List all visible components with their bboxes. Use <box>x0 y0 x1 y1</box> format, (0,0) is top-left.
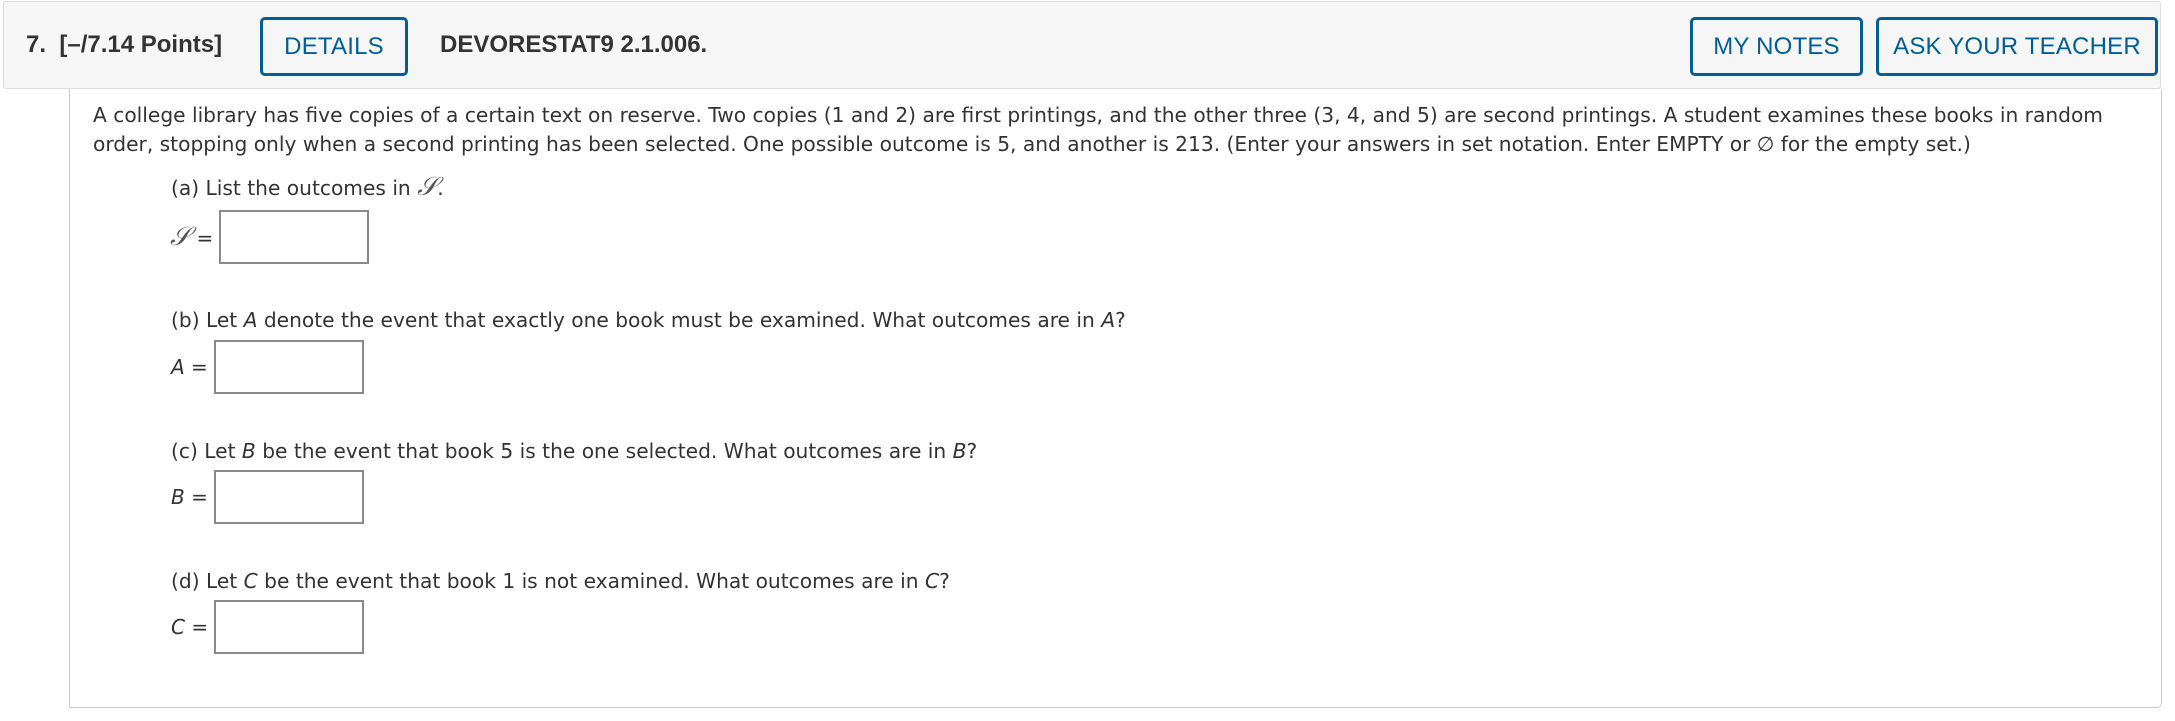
event-c-symbol: C <box>243 569 258 593</box>
part-d-text: be the event that book 1 is not examined… <box>257 569 925 593</box>
part-d-prefix: (d) Let <box>171 569 244 593</box>
part-b-answer-row: A = <box>171 340 364 394</box>
ask-your-teacher-button[interactable]: ASK YOUR TEACHER <box>1876 17 2158 76</box>
part-d-answer-label: C = <box>171 615 208 639</box>
part-c-answer-input[interactable] <box>213 470 364 524</box>
my-notes-button[interactable]: MY NOTES <box>1690 17 1863 76</box>
points-label: [–/7.14 Points] <box>59 31 223 58</box>
part-b-suffix: ? <box>1115 308 1126 332</box>
part-a-answer-label: 𝒮 = <box>170 222 213 253</box>
part-d-suffix: ? <box>939 569 950 593</box>
part-a-question: (a) List the outcomes in 𝒮. <box>171 172 444 203</box>
part-a-suffix: . <box>437 176 444 200</box>
sample-space-symbol: 𝒮 <box>170 221 191 252</box>
equals-sign: = <box>191 615 209 639</box>
part-b-question: (b) Let A denote the event that exactly … <box>171 308 1126 332</box>
part-c-question: (c) Let B be the event that book 5 is th… <box>171 439 977 463</box>
event-b-symbol: B <box>241 439 256 463</box>
event-c-symbol: C <box>171 615 185 639</box>
part-c-suffix: ? <box>966 439 978 463</box>
part-b-prefix: (b) Let <box>171 308 244 332</box>
part-c-answer-label: B = <box>171 485 208 509</box>
part-d-question: (d) Let C be the event that book 1 is no… <box>171 569 950 593</box>
event-c-symbol: C <box>925 569 940 593</box>
event-a-symbol: A <box>171 355 185 379</box>
part-b-answer-label: A = <box>171 355 208 379</box>
part-c-text: be the event that book 5 is the one sele… <box>255 439 953 463</box>
equals-sign: = <box>191 355 208 379</box>
question-code: DEVORESTAT9 2.1.006. <box>440 31 708 58</box>
equals-sign: = <box>196 225 214 250</box>
equals-sign: = <box>191 485 208 509</box>
part-a-answer-row: 𝒮 = <box>170 210 370 264</box>
question-body: A college library has five copies of a c… <box>69 89 2162 708</box>
question-header: 7. [–/7.14 Points] DETAILS DEVORESTAT9 2… <box>3 1 2161 89</box>
part-a-text: (a) List the outcomes in <box>171 176 418 200</box>
event-a-symbol: A <box>1101 308 1116 332</box>
part-c-answer-row: B = <box>171 470 364 524</box>
event-b-symbol: B <box>171 485 185 509</box>
details-button[interactable]: DETAILS <box>260 17 408 76</box>
part-b-text: denote the event that exactly one book m… <box>257 308 1102 332</box>
part-d-answer-row: C = <box>171 600 365 654</box>
sample-space-symbol: 𝒮 <box>417 172 438 202</box>
question-prompt: A college library has five copies of a c… <box>93 103 2103 156</box>
part-d-answer-input[interactable] <box>214 600 365 654</box>
part-c-prefix: (c) Let <box>171 439 242 463</box>
event-a-symbol: A <box>243 308 258 332</box>
question-number-points: 7. [–/7.14 Points] <box>26 31 222 59</box>
part-b-answer-input[interactable] <box>213 340 364 394</box>
question-number: 7. <box>26 31 47 58</box>
event-b-symbol: B <box>952 439 967 463</box>
part-a-answer-input[interactable] <box>219 210 370 264</box>
